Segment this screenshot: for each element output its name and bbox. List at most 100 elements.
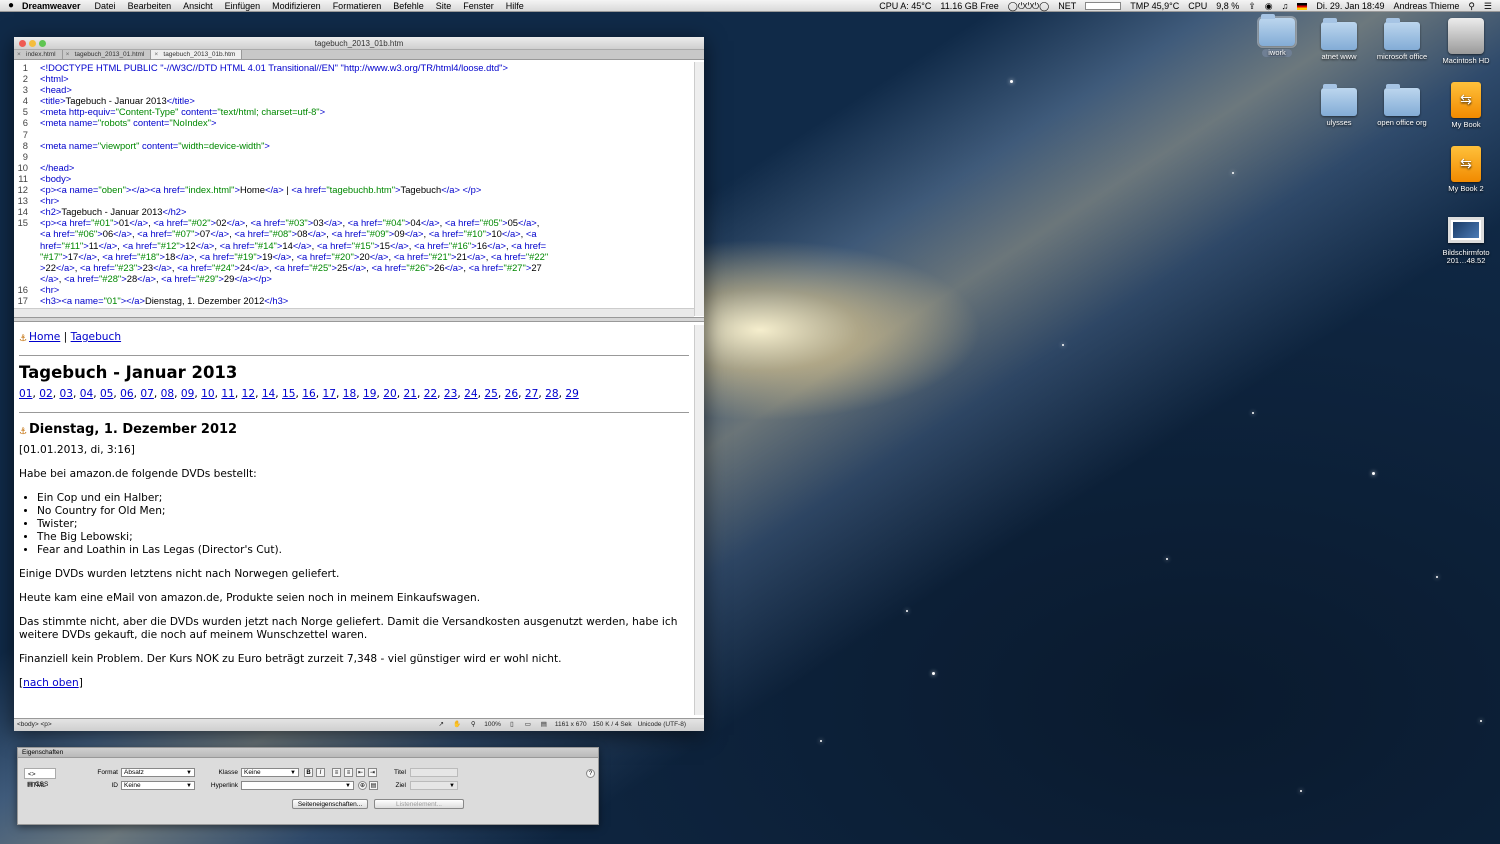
desktop-icon-iwork[interactable]: iwork: [1245, 14, 1309, 57]
css-mode-button[interactable]: ▤ CSS: [24, 779, 56, 790]
design-scrollbar[interactable]: [694, 325, 704, 715]
desktop-icon-atnet-www[interactable]: atnet www: [1307, 18, 1371, 61]
desktop-icon-my-book[interactable]: ⇆ My Book: [1434, 82, 1498, 129]
tab-tagebuch-2013-01b[interactable]: × tagebuch_2013_01b.htm: [151, 50, 243, 60]
day-link[interactable]: 25: [484, 388, 497, 400]
window-dimensions[interactable]: 1161 x 670: [555, 719, 587, 731]
user-name[interactable]: Andreas Thieme: [1393, 1, 1459, 11]
spotlight-icon[interactable]: ⚲: [1468, 1, 1475, 12]
outdent-icon[interactable]: ⇤: [356, 768, 365, 777]
day-link[interactable]: 16: [302, 388, 315, 400]
cpu-temp-status[interactable]: CPU A: 45°C: [879, 1, 931, 11]
code-line[interactable]: 17 <h3><a name="01"></a>Dienstag, 1. Deze…: [14, 295, 704, 306]
menu-hilfe[interactable]: Hilfe: [506, 1, 524, 11]
menu-modifizieren[interactable]: Modifizieren: [272, 1, 321, 11]
indent-icon[interactable]: ⇥: [368, 768, 377, 777]
code-line[interactable]: </a>, <a href="#28">28</a>, <a href="#29…: [14, 273, 704, 284]
desktop-icon-ulysses[interactable]: ulysses: [1307, 84, 1371, 127]
day-link[interactable]: 23: [444, 388, 457, 400]
code-line[interactable]: 2 <html>: [14, 73, 704, 84]
day-link[interactable]: 21: [403, 388, 416, 400]
day-link[interactable]: 29: [565, 388, 578, 400]
unordered-list-icon[interactable]: ≡: [332, 768, 341, 777]
code-line[interactable]: "#17">17</a>, <a href="#18">18</a>, <a h…: [14, 251, 704, 262]
code-line[interactable]: 16 <hr>: [14, 284, 704, 295]
select-tool-icon[interactable]: ↗: [436, 719, 446, 731]
id-select[interactable]: Keine ▼: [121, 781, 195, 790]
page-properties-button[interactable]: Seiteneigenschaften...: [292, 799, 368, 809]
cpu-status[interactable]: CPU: [1188, 1, 1207, 11]
day-link[interactable]: 01: [19, 388, 32, 400]
bluetooth-icon[interactable]: ⇪: [1248, 1, 1256, 12]
day-link[interactable]: 11: [221, 388, 234, 400]
nav-home-link[interactable]: Home: [29, 331, 60, 343]
menu-einfuegen[interactable]: Einfügen: [225, 1, 261, 11]
day-link[interactable]: 22: [424, 388, 437, 400]
menu-site[interactable]: Site: [436, 1, 452, 11]
code-scrollbar[interactable]: [694, 62, 704, 316]
day-link[interactable]: 12: [242, 388, 255, 400]
day-link[interactable]: 18: [343, 388, 356, 400]
code-line[interactable]: 1 <!DOCTYPE HTML PUBLIC "-//W3C//DTD HTML…: [14, 62, 704, 73]
day-link[interactable]: 03: [59, 388, 72, 400]
clock[interactable]: Di. 29. Jan 18:49: [1316, 1, 1384, 11]
code-line[interactable]: 13 <hr>: [14, 195, 704, 206]
menu-ansicht[interactable]: Ansicht: [183, 1, 213, 11]
back-to-top-link[interactable]: nach oben: [23, 677, 79, 689]
split-view-divider[interactable]: [14, 317, 704, 322]
day-link[interactable]: 09: [181, 388, 194, 400]
code-line[interactable]: 4 <title>Tagebuch - Januar 2013</title>: [14, 95, 704, 106]
code-line[interactable]: 5 <meta http-equiv="Content-Type" content…: [14, 106, 704, 117]
code-line[interactable]: <a href="#06">06</a>, <a href="#07">07</…: [14, 228, 704, 239]
desktop-icon-screenshot[interactable]: Bildschirmfoto 201…48.52: [1434, 212, 1498, 265]
list-item-button[interactable]: Listenelement...: [374, 799, 464, 809]
italic-button[interactable]: I: [316, 768, 325, 777]
day-link[interactable]: 28: [545, 388, 558, 400]
title-input[interactable]: [410, 768, 458, 777]
close-tab-icon[interactable]: ×: [154, 50, 158, 60]
browse-folder-icon[interactable]: ▤: [369, 781, 378, 790]
point-to-file-icon[interactable]: ⊕: [358, 781, 367, 790]
flag-icon[interactable]: [1297, 2, 1308, 10]
day-link[interactable]: 14: [262, 388, 275, 400]
day-link[interactable]: 19: [363, 388, 376, 400]
code-horizontal-scrollbar[interactable]: [14, 308, 694, 317]
code-line[interactable]: 11 <body>: [14, 173, 704, 184]
class-select[interactable]: Keine ▼: [241, 768, 299, 777]
design-view[interactable]: ⚓ Home | Tagebuch Tagebuch - Januar 2013 …: [14, 325, 694, 715]
temp-status[interactable]: TMP 45,9°C: [1130, 1, 1179, 11]
day-link[interactable]: 20: [383, 388, 396, 400]
tab-tagebuch-2013-01[interactable]: × tagebuch_2013_01.html: [63, 50, 152, 59]
mobile-size-icon[interactable]: ▯: [507, 719, 517, 731]
close-window-icon[interactable]: [19, 40, 26, 47]
volume-icon[interactable]: ♫: [1282, 1, 1289, 11]
nav-tagebuch-link[interactable]: Tagebuch: [71, 331, 121, 343]
day-link[interactable]: 04: [80, 388, 93, 400]
day-link[interactable]: 07: [140, 388, 153, 400]
day-link[interactable]: 27: [525, 388, 538, 400]
html-mode-button[interactable]: <> HTML: [24, 768, 56, 789]
code-line[interactable]: 10 </head>: [14, 162, 704, 173]
bold-button[interactable]: B: [304, 768, 313, 777]
code-line[interactable]: 15 <p><a href="#01">01</a>, <a href="#02"…: [14, 217, 704, 228]
day-link[interactable]: 08: [161, 388, 174, 400]
code-line[interactable]: 7: [14, 129, 704, 140]
net-status[interactable]: NET: [1058, 1, 1076, 11]
apple-menu-icon[interactable]: ●: [0, 0, 22, 11]
day-link[interactable]: 24: [464, 388, 477, 400]
day-link[interactable]: 05: [100, 388, 113, 400]
day-link[interactable]: 17: [323, 388, 336, 400]
ordered-list-icon[interactable]: ≡: [344, 768, 353, 777]
code-line[interactable]: 6 <meta name="robots" content="NoIndex">: [14, 117, 704, 128]
power-icons[interactable]: ◯⏻⏻⏻◯: [1008, 1, 1050, 12]
notification-icon[interactable]: ☰: [1484, 1, 1492, 12]
close-tab-icon[interactable]: ×: [66, 50, 70, 60]
desktop-size-icon[interactable]: ▤: [539, 719, 549, 731]
desktop-icon-my-book-2[interactable]: ⇆ My Book 2: [1434, 146, 1498, 193]
day-link[interactable]: 02: [39, 388, 52, 400]
menu-befehle[interactable]: Befehle: [393, 1, 424, 11]
anchor-icon[interactable]: ⚓: [19, 333, 29, 344]
day-link[interactable]: 06: [120, 388, 133, 400]
desktop-icon-macintosh-hd[interactable]: Macintosh HD: [1434, 18, 1498, 65]
properties-title[interactable]: Eigenschaften: [18, 748, 598, 758]
